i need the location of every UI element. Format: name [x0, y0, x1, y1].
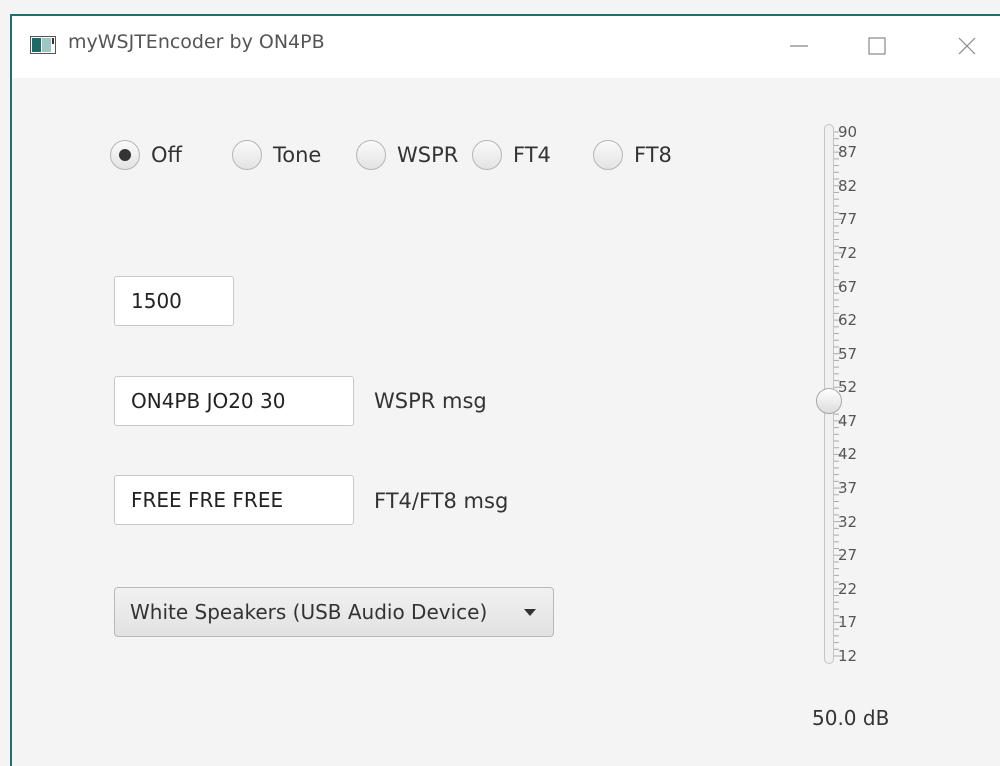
level-slider-thumb[interactable]: [816, 387, 842, 414]
radio-circle: [356, 140, 386, 170]
radio-tone[interactable]: Tone: [232, 137, 321, 173]
minimize-icon: [790, 45, 808, 47]
wspr-message-input[interactable]: [114, 376, 354, 426]
window-title: myWSJTEncoder by ON4PB: [68, 31, 325, 53]
slider-tick-label: 42: [838, 445, 858, 464]
minimize-button[interactable]: [776, 26, 822, 66]
app-icon: [30, 36, 56, 54]
radio-circle: [593, 140, 623, 170]
radio-ft4-label: FT4: [513, 143, 551, 167]
radio-wspr-label: WSPR: [397, 143, 459, 167]
ft-message-input[interactable]: [114, 475, 354, 525]
close-button[interactable]: [944, 26, 990, 66]
slider-tick-label: 22: [838, 579, 858, 598]
slider-tick-label: 37: [838, 479, 858, 498]
slider-tick-label: 77: [838, 210, 858, 229]
maximize-icon: [868, 37, 886, 55]
radio-wspr[interactable]: WSPR: [356, 137, 458, 173]
slider-tick-label: 87: [838, 143, 858, 162]
wspr-message-label: WSPR msg: [374, 389, 487, 413]
slider-tick-label: 67: [838, 277, 858, 296]
radio-ft4[interactable]: FT4: [472, 137, 551, 173]
level-readout: 50.0 dB: [812, 706, 890, 730]
radio-circle: [110, 140, 140, 170]
slider-tick-label: 17: [838, 613, 858, 632]
slider-tick-label: 12: [838, 647, 858, 665]
title-bar[interactable]: myWSJTEncoder by ON4PB: [12, 16, 1000, 78]
audio-device-dropdown[interactable]: White Speakers (USB Audio Device): [114, 587, 554, 637]
app-window: myWSJTEncoder by ON4PB Off Tone WSPR FT4: [10, 14, 1000, 766]
radio-ft8-label: FT8: [634, 143, 672, 167]
radio-selected-dot: [119, 149, 131, 161]
slider-tick-label: 62: [838, 311, 858, 330]
maximize-button[interactable]: [854, 26, 900, 66]
close-icon: [958, 37, 976, 55]
slider-tick-label: 72: [838, 243, 858, 262]
slider-tick-label: 82: [838, 176, 858, 195]
slider-tick-label: 90: [838, 123, 858, 141]
audio-device-selected: White Speakers (USB Audio Device): [130, 600, 488, 624]
radio-ft8[interactable]: FT8: [593, 137, 672, 173]
slider-tick-label: 52: [838, 378, 858, 397]
slider-tick-label: 47: [838, 411, 858, 430]
radio-off[interactable]: Off: [110, 137, 182, 173]
radio-circle: [472, 140, 502, 170]
slider-tick-label: 27: [838, 546, 858, 565]
slider-tick-label: 32: [838, 512, 858, 531]
ft-message-label: FT4/FT8 msg: [374, 489, 509, 513]
radio-circle: [232, 140, 262, 170]
chevron-down-icon: [524, 609, 536, 616]
radio-off-label: Off: [151, 143, 182, 167]
frequency-input[interactable]: [114, 276, 234, 326]
slider-tick-label: 57: [838, 344, 858, 363]
radio-tone-label: Tone: [273, 143, 322, 167]
